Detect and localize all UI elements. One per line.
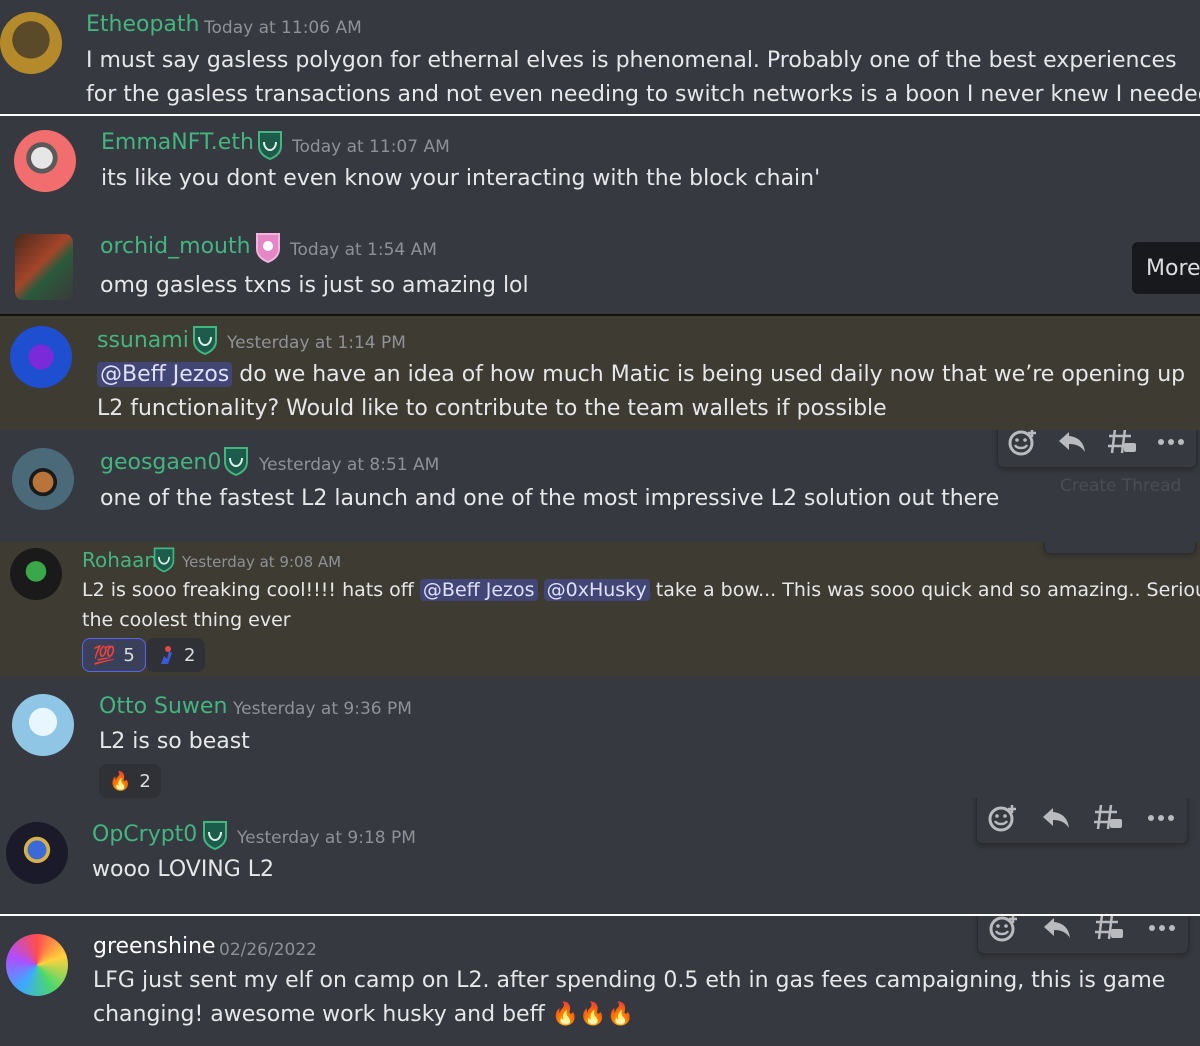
- avatar[interactable]: [14, 130, 76, 192]
- avatar[interactable]: [12, 694, 74, 756]
- message-text: one of the fastest L2 launch and one of …: [100, 486, 1000, 511]
- message-text: L2 is sooo freaking cool!!!! hats off: [82, 579, 414, 601]
- avatar[interactable]: [10, 548, 62, 600]
- reply-icon[interactable]: [1052, 430, 1092, 462]
- more-icon[interactable]: [1141, 798, 1181, 838]
- add-reaction-icon[interactable]: [984, 916, 1024, 948]
- server-badge-icon: [153, 547, 175, 573]
- more-tooltip: More: [1132, 242, 1200, 294]
- username[interactable]: Rohaan: [82, 548, 157, 572]
- message-text: its like you dont even know your interac…: [101, 166, 821, 191]
- message-rohaan: Rohaan Yesterday at 9:08 AM L2 is sooo f…: [0, 542, 1200, 676]
- message-line: L2 functionality? Would like to contribu…: [97, 396, 887, 421]
- timestamp: Yesterday at 9:36 PM: [233, 699, 412, 719]
- create-thread-icon[interactable]: [1088, 798, 1128, 838]
- message-text: take a bow... This was sooo quick and so…: [655, 579, 1200, 601]
- server-badge-icon: [256, 233, 280, 264]
- message-toolbar-partial: [1044, 542, 1196, 554]
- user-mention[interactable]: @Beff Jezos: [419, 579, 538, 601]
- server-badge-icon: [258, 131, 282, 160]
- timestamp: Yesterday at 9:18 PM: [237, 828, 416, 848]
- username[interactable]: greenshine: [93, 934, 216, 959]
- add-reaction-icon[interactable]: [1050, 542, 1090, 553]
- server-badge-icon: [224, 447, 248, 476]
- message-line: @Beff Jezos do we have an idea of how mu…: [97, 358, 1185, 392]
- message-text: omg gasless txns is just so amazing lol: [100, 273, 529, 298]
- timestamp: Today at 11:06 AM: [204, 18, 362, 38]
- reaction-fire[interactable]: 🔥 2: [99, 764, 161, 798]
- create-thread-icon[interactable]: [1102, 430, 1142, 462]
- username[interactable]: EmmaNFT.eth: [101, 130, 254, 155]
- user-mention[interactable]: @0xHusky: [543, 579, 650, 601]
- avatar[interactable]: [6, 822, 68, 884]
- message-toolbar: [976, 798, 1188, 844]
- more-icon[interactable]: [1151, 430, 1191, 462]
- server-badge-icon: [203, 821, 227, 850]
- hundred-emoji-icon: 💯: [93, 644, 116, 666]
- message-toolbar: [977, 916, 1189, 954]
- avatar[interactable]: [12, 448, 74, 510]
- reaction-count: 2: [184, 644, 196, 666]
- message-line: LFG just sent my elf on camp on L2. afte…: [93, 968, 1166, 993]
- server-badge-icon: [193, 326, 217, 355]
- timestamp: Today at 1:54 AM: [290, 240, 437, 260]
- message-line: L2 is sooo freaking cool!!!! hats off @B…: [82, 575, 1200, 605]
- username[interactable]: OpCrypt0: [92, 822, 197, 847]
- timestamp: Yesterday at 9:08 AM: [182, 553, 342, 571]
- user-mention[interactable]: @Beff Jezos: [97, 362, 233, 387]
- username[interactable]: Otto Suwen: [99, 694, 227, 719]
- message-etheopath: Etheopath Today at 11:06 AM I must say g…: [0, 0, 1200, 116]
- avatar[interactable]: [15, 234, 73, 300]
- message-opcrypt0: OpCrypt0 Yesterday at 9:18 PM wooo LOVIN…: [0, 798, 1200, 916]
- fire-emoji-icon: 🔥🔥🔥: [551, 1002, 634, 1027]
- avatar[interactable]: [10, 326, 72, 388]
- add-reaction-icon[interactable]: [1003, 430, 1043, 462]
- username[interactable]: geosgaen0: [100, 450, 221, 475]
- avatar[interactable]: [6, 934, 68, 996]
- message-line: I must say gasless polygon for ethernal …: [86, 48, 1177, 73]
- message-toolbar: [997, 430, 1197, 468]
- reaction-count: 5: [123, 644, 135, 666]
- message-line: for the gasless transactions and not eve…: [86, 82, 1200, 107]
- username[interactable]: orchid_mouth: [100, 234, 251, 259]
- message-text: L2 is so beast: [99, 729, 250, 754]
- timestamp: Today at 11:07 AM: [292, 137, 450, 157]
- create-thread-label: Create Thread: [1060, 476, 1182, 496]
- message-text: do we have an idea of how much Matic is …: [239, 362, 1186, 387]
- message-geosgaen0: geosgaen0 Yesterday at 8:51 AM one of th…: [0, 430, 1200, 542]
- add-reaction-icon[interactable]: [983, 798, 1023, 838]
- username[interactable]: ssunami: [97, 328, 189, 353]
- reaction-count: 2: [139, 770, 151, 792]
- reply-icon[interactable]: [1036, 798, 1076, 838]
- message-line: the coolest thing ever: [82, 609, 291, 631]
- message-ssunami: ssunami Yesterday at 1:14 PM @Beff Jezos…: [0, 314, 1200, 432]
- avatar[interactable]: [0, 12, 62, 74]
- reply-icon[interactable]: [1100, 542, 1140, 553]
- elf-emoji-icon: [161, 646, 172, 664]
- message-greenshine: greenshine 02/26/2022 LFG just sent my e…: [0, 916, 1200, 1046]
- reaction-elf[interactable]: 2: [146, 638, 206, 672]
- create-thread-icon[interactable]: [1089, 916, 1129, 948]
- message-otto-suwen: Otto Suwen Yesterday at 9:36 PM L2 is so…: [0, 676, 1200, 798]
- create-thread-icon[interactable]: [1150, 542, 1190, 553]
- username[interactable]: Etheopath: [86, 12, 199, 37]
- reaction-100[interactable]: 💯 5: [82, 638, 146, 672]
- reply-icon[interactable]: [1037, 916, 1077, 948]
- message-group: EmmaNFT.eth Today at 11:07 AM its like y…: [0, 116, 1200, 314]
- message-text: wooo LOVING L2: [92, 857, 275, 882]
- timestamp: 02/26/2022: [219, 940, 317, 960]
- more-icon[interactable]: [1142, 916, 1182, 948]
- fire-emoji-icon: 🔥: [109, 770, 132, 792]
- timestamp: Yesterday at 1:14 PM: [227, 333, 406, 353]
- message-line: changing! awesome work husky and beff 🔥🔥…: [93, 998, 634, 1032]
- message-text: changing! awesome work husky and beff: [93, 1002, 545, 1027]
- timestamp: Yesterday at 8:51 AM: [259, 455, 440, 475]
